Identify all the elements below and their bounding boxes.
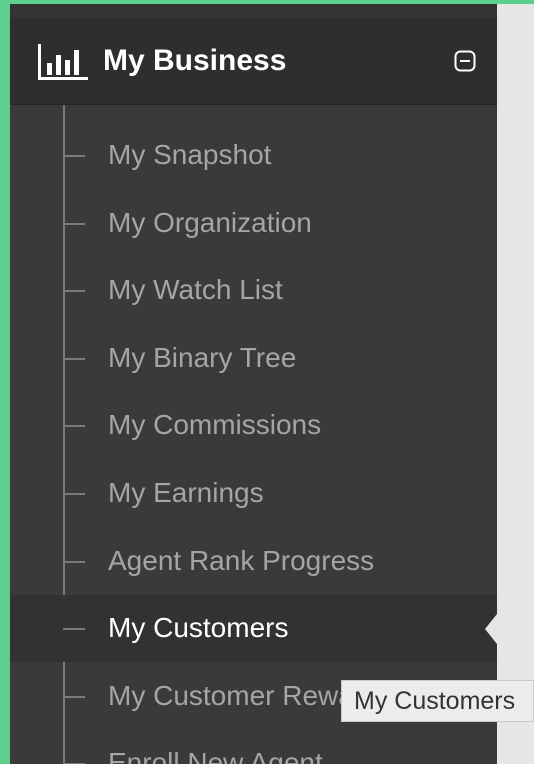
active-indicator-icon xyxy=(485,614,497,645)
tree-branch xyxy=(63,425,85,428)
section-title: My Business xyxy=(103,44,287,77)
page-background xyxy=(497,4,534,764)
tree-branch xyxy=(63,560,85,563)
sidebar-item-my-binary-tree[interactable]: My Binary Tree xyxy=(10,325,497,392)
collapse-minus-icon[interactable] xyxy=(454,50,476,72)
sidebar-item-label: My Organization xyxy=(108,206,312,238)
tree-branch xyxy=(63,222,85,225)
sidebar-item-agent-rank-progress[interactable]: Agent Rank Progress xyxy=(10,528,497,595)
tree-branch xyxy=(63,628,85,631)
sidebar-item-my-snapshot[interactable]: My Snapshot xyxy=(10,122,497,189)
sidebar-item-label: My Binary Tree xyxy=(108,341,297,373)
sidebar-item-label: Agent Rank Progress xyxy=(108,544,375,576)
sidebar-item-my-earnings[interactable]: My Earnings xyxy=(10,460,497,527)
sidebar-item-label: My Earnings xyxy=(108,477,264,508)
bar-chart-icon xyxy=(38,44,88,80)
tooltip: My Customers xyxy=(341,680,534,722)
sidebar-nav: My Business My Snapshot My Organization My… xyxy=(10,4,497,764)
tree-branch xyxy=(63,290,85,293)
sidebar-item-label: Enroll New Agent xyxy=(108,747,323,764)
tree-branch xyxy=(63,695,85,698)
sidebar-item-my-organization[interactable]: My Organization xyxy=(10,190,497,257)
sidebar-item-label: My Commissions xyxy=(108,409,322,441)
tree-branch xyxy=(63,155,85,157)
sidebar-item-my-commissions[interactable]: My Commissions xyxy=(10,392,497,459)
tree-branch xyxy=(63,357,85,360)
sidebar-item-my-watch-list[interactable]: My Watch List xyxy=(10,257,497,324)
sidebar-item-label: My Snapshot xyxy=(108,139,272,170)
sidebar-item-enroll-new-agent[interactable]: Enroll New Agent xyxy=(10,730,497,764)
sidebar-item-my-customers[interactable]: My Customers xyxy=(10,595,497,663)
sidebar-item-label: My Customers xyxy=(108,612,289,644)
sidebar-item-label: My Watch List xyxy=(108,274,283,306)
tree-branch xyxy=(63,493,85,495)
section-header-my-business[interactable]: My Business xyxy=(10,18,497,105)
sidebar-top-band xyxy=(10,4,497,18)
